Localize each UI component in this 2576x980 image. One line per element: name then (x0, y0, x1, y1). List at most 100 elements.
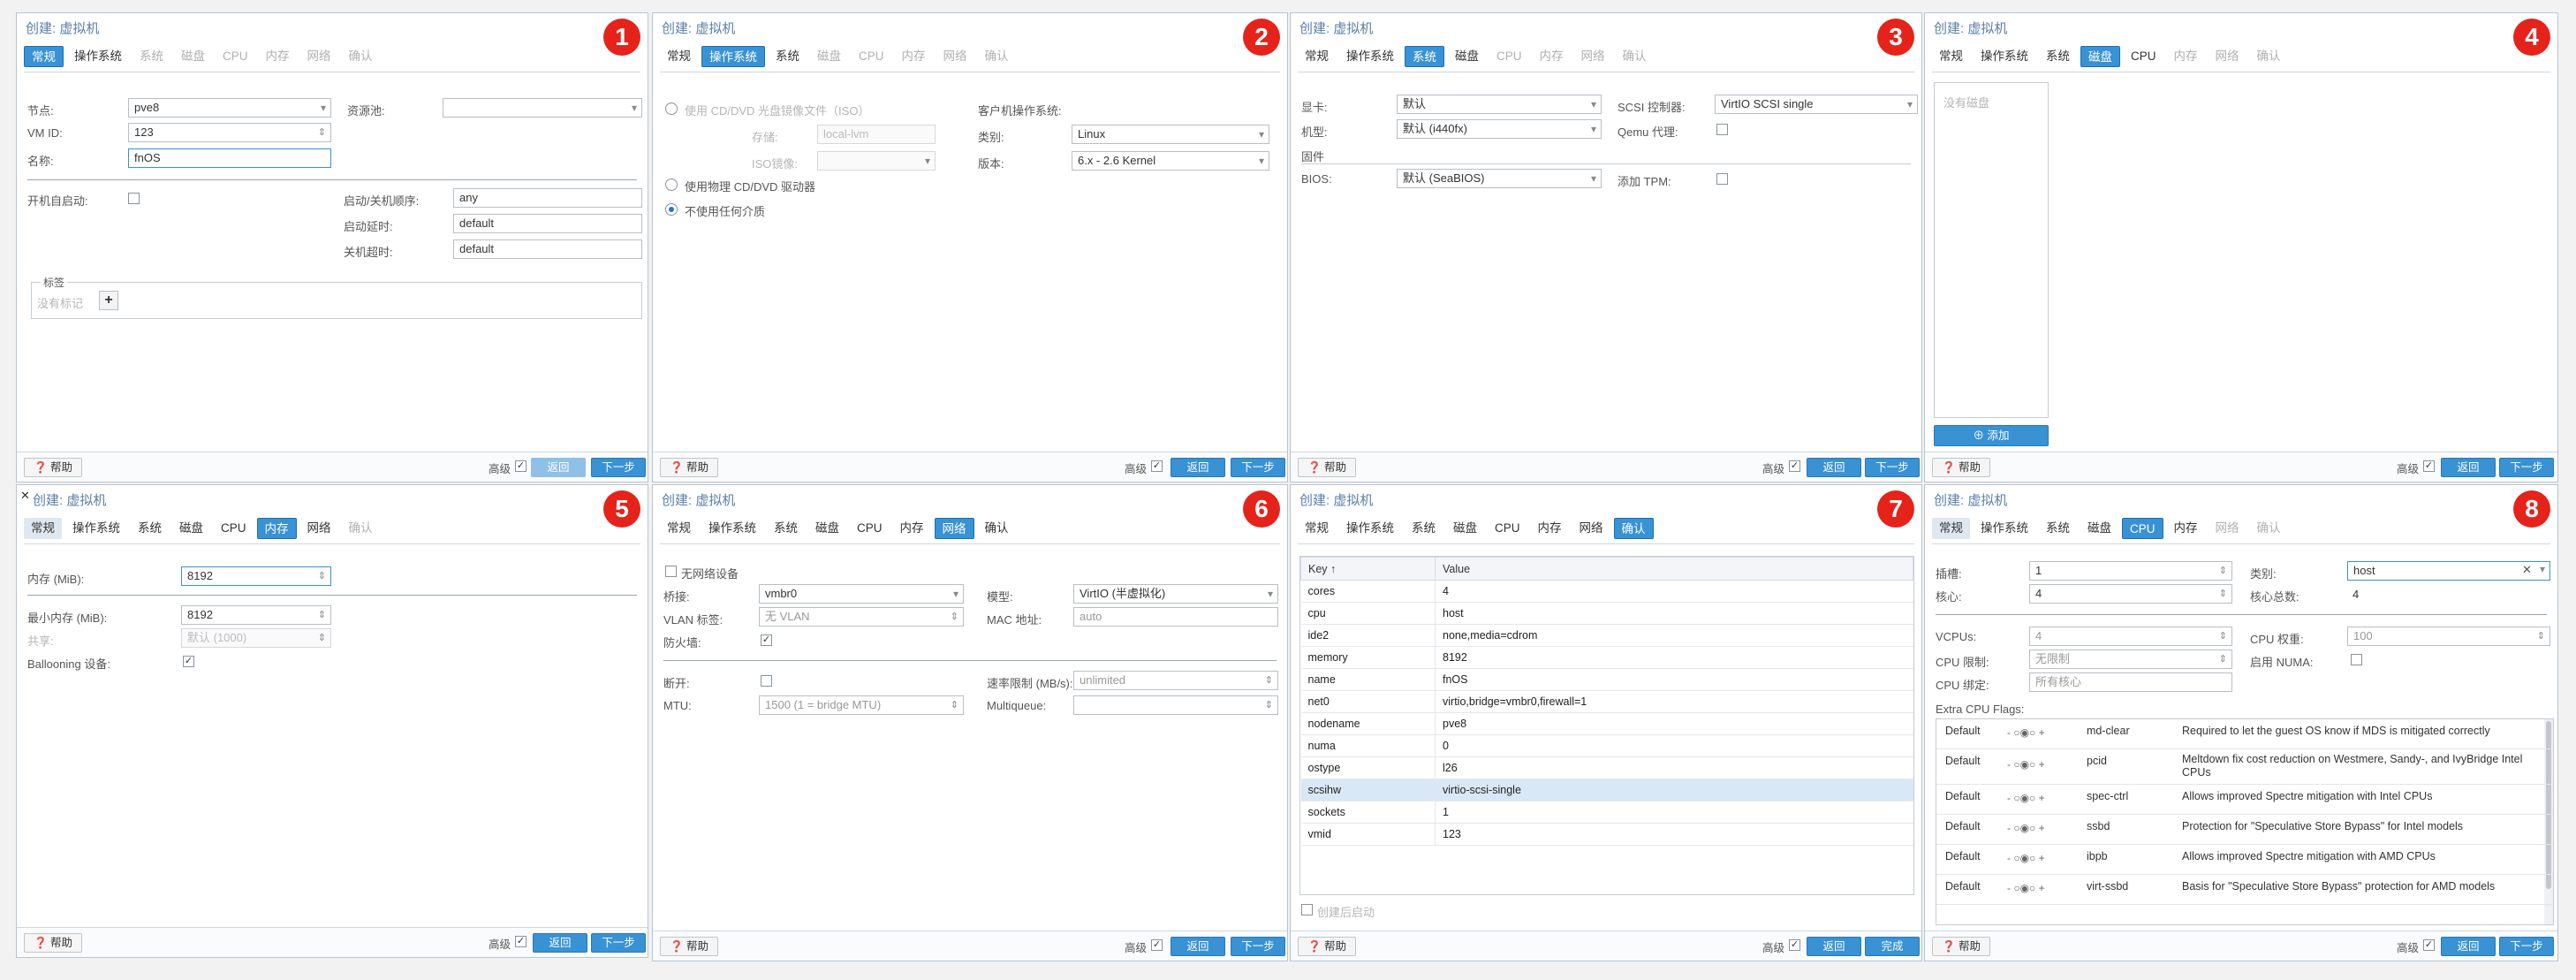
tab-system[interactable]: 系统 (767, 518, 805, 539)
start-after-checkbox[interactable] (1301, 904, 1313, 915)
tab-confirm[interactable]: 确认 (2250, 46, 2288, 67)
advanced-checkbox[interactable]: ✓ (1789, 939, 1800, 951)
tab-confirm[interactable]: 确认 (1616, 46, 1654, 67)
tab-network[interactable]: 网络 (300, 46, 338, 67)
memory-input[interactable]: 8192 (181, 566, 331, 586)
help-button[interactable]: ❓ 帮助 (1298, 458, 1357, 477)
table-row[interactable]: memory 8192 (1300, 646, 1913, 669)
tab-cpu[interactable]: CPU (852, 46, 891, 67)
tpm-checkbox[interactable] (1716, 173, 1728, 185)
tab-network[interactable]: 网络 (1574, 46, 1612, 67)
disconnect-checkbox[interactable] (761, 675, 772, 687)
next-button[interactable]: 下一步 (2499, 458, 2554, 477)
next-button[interactable]: 下一步 (1231, 937, 1285, 956)
tab-confirm[interactable]: 确认 (342, 518, 380, 539)
no-network-checkbox[interactable] (665, 566, 677, 577)
tab-network[interactable]: 网络 (300, 518, 338, 539)
tab-confirm[interactable]: 确认 (1613, 518, 1654, 539)
table-row[interactable]: nodename pve8 (1300, 712, 1913, 735)
help-button[interactable]: ❓ 帮助 (1298, 937, 1357, 956)
advanced-checkbox[interactable]: ✓ (515, 936, 527, 947)
tab-memory[interactable]: 内存 (2167, 518, 2205, 539)
tab-os[interactable]: 操作系统 (701, 46, 765, 67)
os-version-select[interactable]: 6.x - 2.6 Kernel (1072, 151, 1269, 171)
balloon-checkbox[interactable]: ✓ (183, 656, 194, 667)
vmid-input[interactable]: 123 (128, 123, 331, 142)
tab-general[interactable]: 常规 (1298, 518, 1336, 539)
table-row[interactable]: numa 0 (1300, 734, 1913, 757)
advanced-checkbox[interactable]: ✓ (1151, 460, 1163, 472)
help-button[interactable]: ❓ 帮助 (24, 933, 83, 953)
tab-memory[interactable]: 内存 (259, 46, 297, 67)
mtu-input[interactable]: 1500 (1 = bridge MTU) (759, 695, 964, 715)
close-icon[interactable]: ✕ (20, 489, 30, 503)
tab-cpu[interactable]: CPU (850, 518, 890, 539)
value-column-header[interactable]: Value (1435, 557, 1913, 581)
onboot-checkbox[interactable] (128, 193, 140, 204)
affinity-input[interactable]: 所有核心 (2029, 672, 2232, 692)
tab-system[interactable]: 系统 (1405, 46, 1444, 67)
tab-cpu[interactable]: CPU (214, 518, 254, 539)
tab-memory[interactable]: 内存 (2167, 46, 2205, 67)
physical-radio[interactable] (665, 179, 678, 191)
tab-os[interactable]: 操作系统 (701, 518, 763, 539)
table-row[interactable]: cores 4 (1300, 580, 1913, 603)
tab-confirm[interactable]: 确认 (978, 518, 1016, 539)
add-tag-icon[interactable]: + (99, 291, 118, 310)
mac-input[interactable]: auto (1073, 607, 1278, 627)
help-button[interactable]: ❓ 帮助 (1932, 937, 1991, 956)
table-row[interactable]: vmid 123 (1300, 823, 1913, 846)
flag-tristate-toggle[interactable]: - ○◉○ + (2007, 758, 2045, 771)
vcpus-input[interactable]: 4 (2029, 627, 2232, 646)
os-type-select[interactable]: Linux (1072, 125, 1269, 144)
advanced-checkbox[interactable]: ✓ (1151, 939, 1163, 951)
help-button[interactable]: ❓ 帮助 (660, 458, 719, 477)
startup-delay-input[interactable]: default (453, 214, 642, 233)
iso-radio[interactable] (665, 103, 678, 115)
none-radio[interactable] (665, 203, 678, 216)
flag-tristate-toggle[interactable]: - ○◉○ + (2007, 792, 2045, 804)
tab-confirm[interactable]: 确认 (978, 46, 1016, 67)
disk-list[interactable]: 没有磁盘 (1934, 82, 2049, 418)
tab-network[interactable]: 网络 (936, 46, 974, 67)
shares-input[interactable]: 默认 (1000) (181, 628, 331, 648)
cpulimit-input[interactable]: 无限制 (2029, 650, 2232, 669)
next-button[interactable]: 下一步 (1865, 458, 1920, 477)
table-row[interactable]: ide2 none,media=cdrom (1300, 624, 1913, 647)
numa-checkbox[interactable] (2351, 654, 2362, 665)
tab-os[interactable]: 操作系统 (1339, 46, 1401, 67)
tab-cpu[interactable]: CPU (216, 46, 255, 67)
finish-button[interactable]: 完成 (1865, 937, 1920, 956)
model-select[interactable]: VirtIO (半虚拟化) (1073, 584, 1278, 604)
shutdown-timeout-input[interactable]: default (453, 239, 642, 259)
table-row[interactable]: name fnOS (1300, 668, 1913, 691)
pool-select[interactable] (443, 98, 642, 118)
firewall-checkbox[interactable]: ✓ (761, 634, 772, 646)
min-memory-input[interactable]: 8192 (181, 605, 331, 625)
next-button[interactable]: 下一步 (591, 933, 646, 953)
add-disk-button[interactable]: ⊕ 添加 (1934, 425, 2049, 446)
tab-system[interactable]: 系统 (1405, 518, 1443, 539)
flag-tristate-toggle[interactable]: - ○◉○ + (2007, 822, 2045, 834)
tab-network[interactable]: 网络 (934, 518, 974, 539)
back-button[interactable]: 返回 (531, 458, 586, 477)
help-button[interactable]: ❓ 帮助 (660, 937, 719, 956)
help-button[interactable]: ❓ 帮助 (1932, 458, 1991, 477)
back-button[interactable]: 返回 (1807, 458, 1861, 477)
advanced-checkbox[interactable]: ✓ (2423, 460, 2435, 472)
cpuunits-input[interactable]: 100 (2347, 627, 2550, 646)
rate-input[interactable]: unlimited (1073, 671, 1278, 690)
tab-disk[interactable]: 磁盘 (172, 518, 210, 539)
table-row[interactable]: sockets 1 (1300, 801, 1913, 824)
tab-network[interactable]: 网络 (1572, 518, 1610, 539)
cpu-type-input[interactable]: host (2347, 561, 2550, 581)
tab-cpu[interactable]: CPU (2124, 46, 2163, 67)
tab-general[interactable]: 常规 (1932, 46, 1970, 67)
tab-disk[interactable]: 磁盘 (2080, 518, 2118, 539)
table-row[interactable]: ostype l26 (1300, 756, 1913, 779)
advanced-checkbox[interactable]: ✓ (515, 460, 527, 472)
vlan-input[interactable]: 无 VLAN (759, 607, 964, 627)
tab-memory[interactable]: 内存 (256, 518, 297, 539)
tab-memory[interactable]: 内存 (893, 518, 931, 539)
storage-select[interactable]: local-lvm (817, 125, 936, 144)
